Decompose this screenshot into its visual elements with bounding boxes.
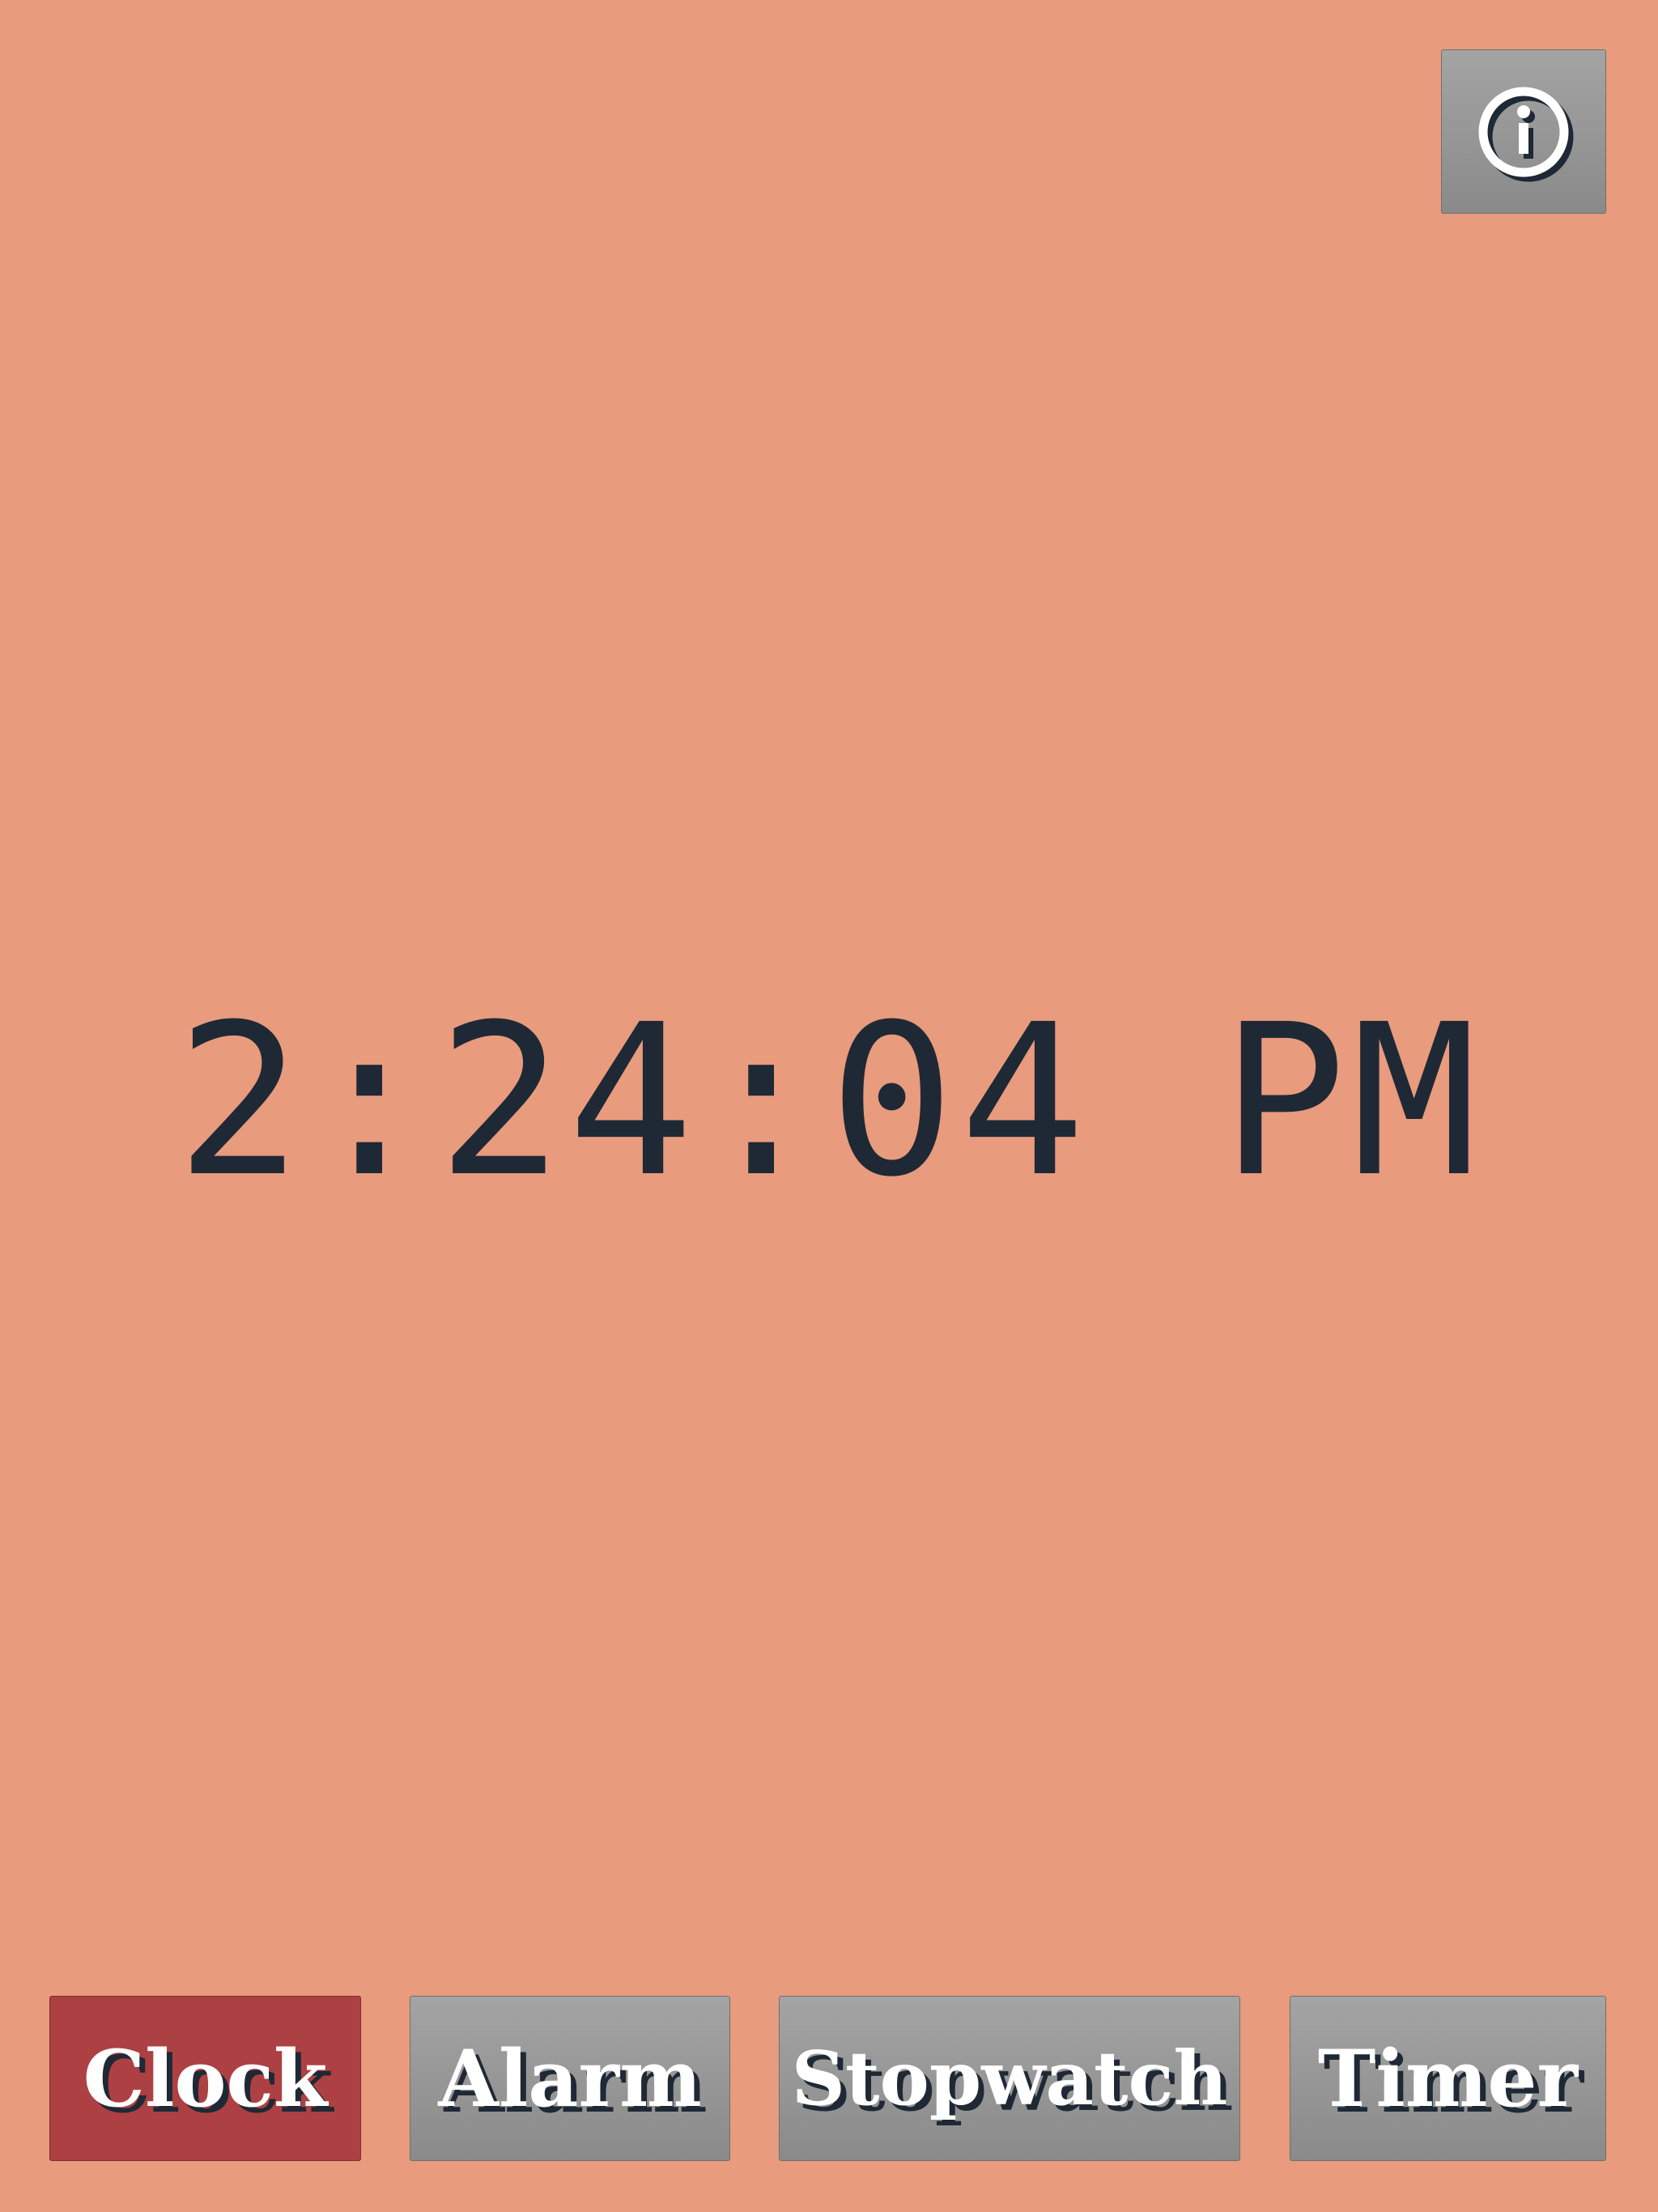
clock-tab-button[interactable]: Clock: [49, 1996, 361, 2161]
alarm-tab-button[interactable]: Alarm: [410, 1996, 730, 2161]
info-button[interactable]: [1441, 49, 1606, 214]
time-display: 2:24:04 PM: [176, 980, 1482, 1223]
info-icon: [1478, 87, 1574, 181]
stopwatch-tab-button[interactable]: Stopwatch: [779, 1996, 1240, 2161]
timer-tab-button[interactable]: Timer: [1290, 1996, 1606, 2161]
